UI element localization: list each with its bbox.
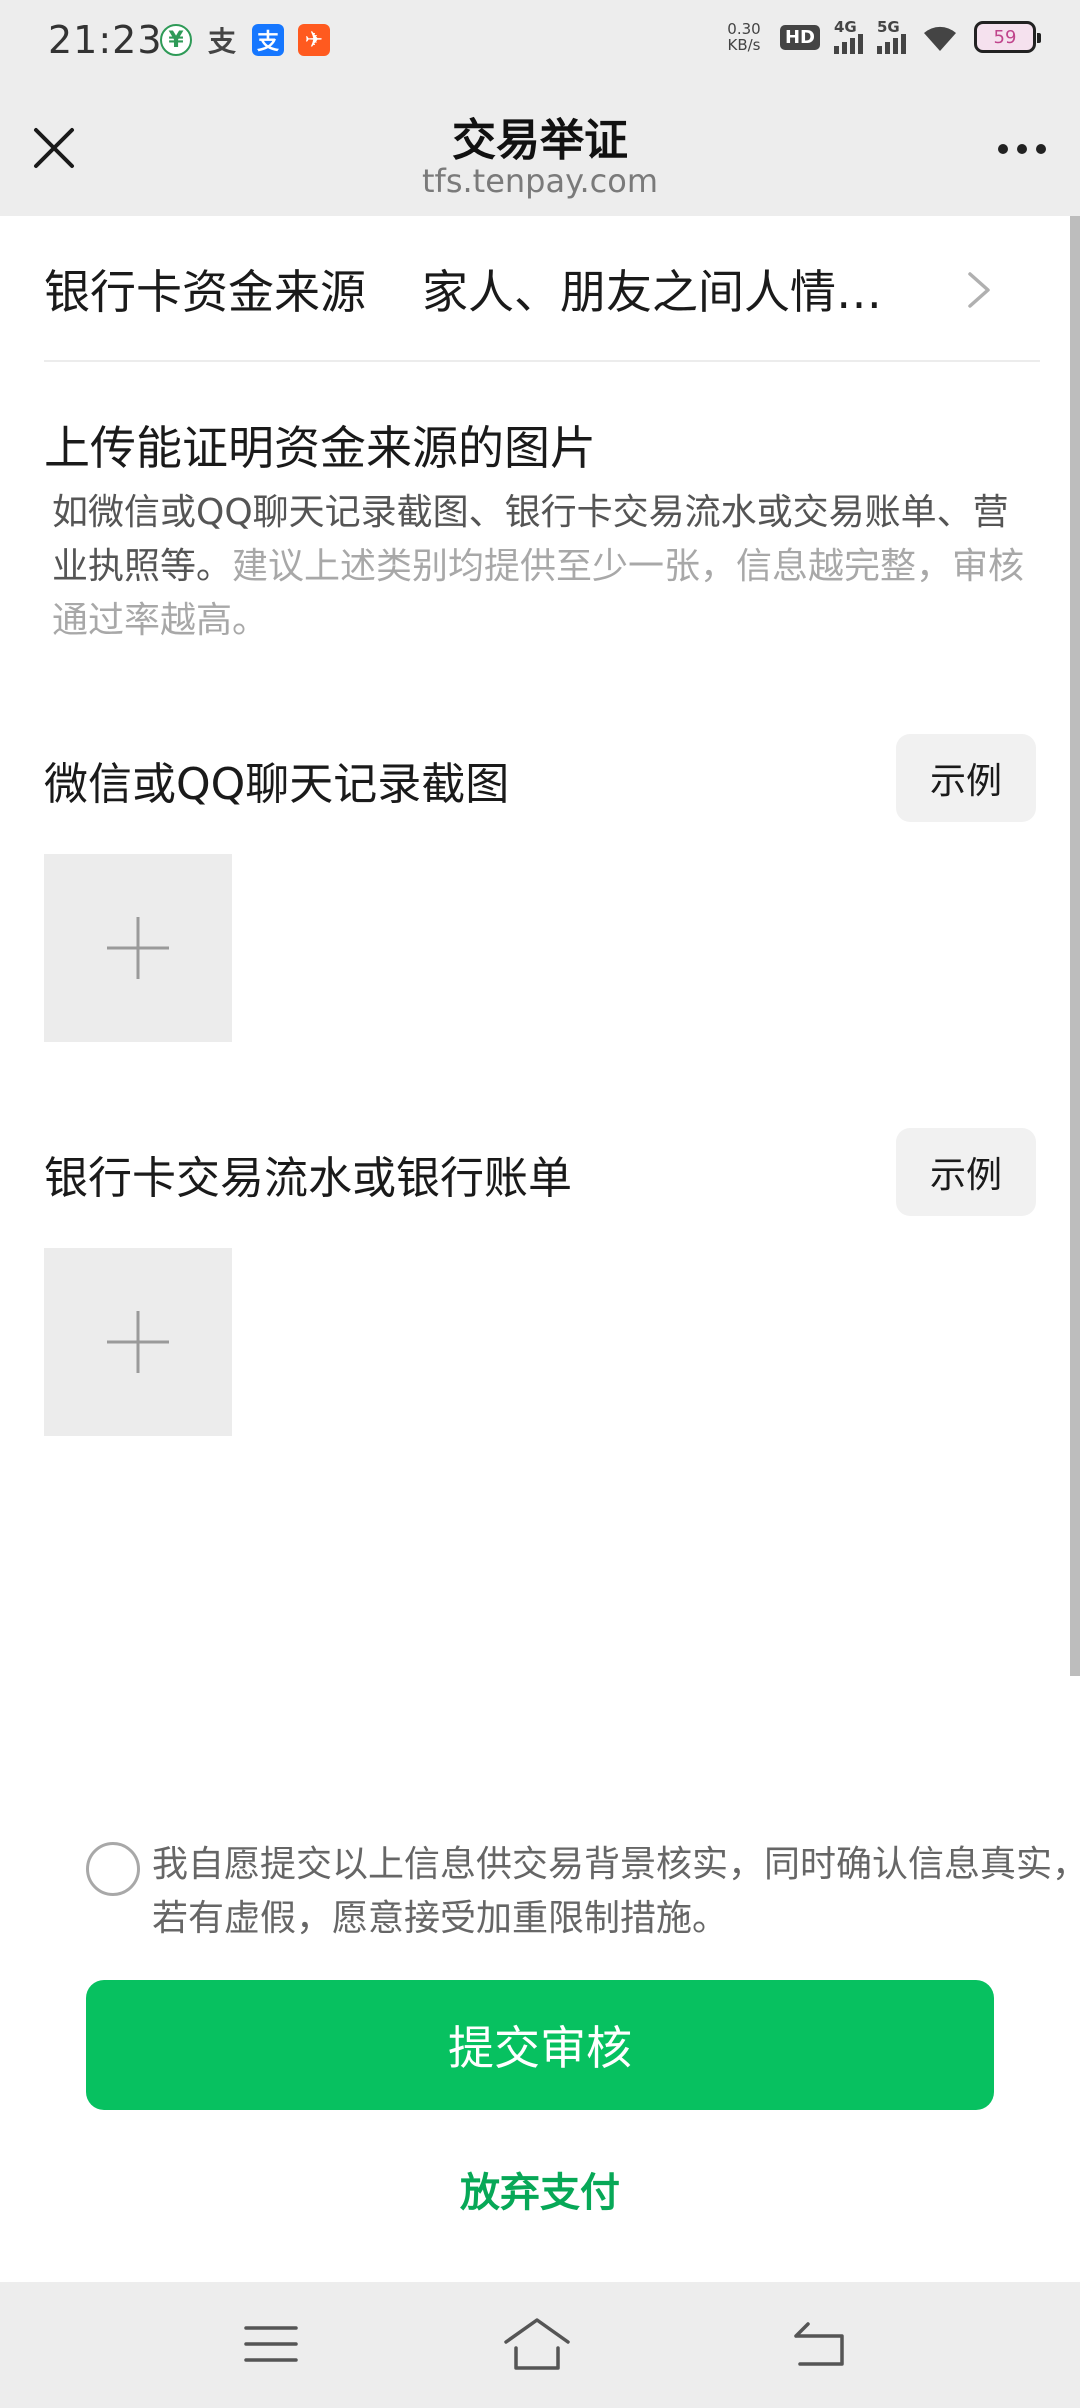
example-button-bank-statement[interactable]: 示例 [896, 1128, 1036, 1216]
agreement-checkbox[interactable] [86, 1842, 140, 1896]
wifi-icon [924, 26, 956, 51]
notification-icons: ¥ 支 支 ✈ [160, 24, 330, 58]
fund-source-label: 银行卡资金来源 [44, 265, 366, 319]
page-header: 交易举证 tfs.tenpay.com [0, 84, 1080, 216]
fund-source-value: 家人、朋友之间人情… [422, 265, 882, 319]
plus-icon [107, 917, 169, 979]
plus-icon [107, 1311, 169, 1373]
category-label-chat-screenshots: 微信或QQ聊天记录截图 [44, 759, 510, 810]
alipay-outline-icon: 支 [207, 25, 236, 58]
fund-source-selector[interactable]: 银行卡资金来源 家人、朋友之间人情… [44, 216, 1040, 362]
page-title: 交易举证 [452, 115, 628, 166]
add-image-button-bank-statement[interactable] [44, 1248, 232, 1436]
chevron-right-icon [968, 272, 990, 308]
hd-voice-icon: HD [779, 24, 820, 50]
back-icon[interactable] [786, 2312, 856, 2376]
home-icon[interactable] [502, 2312, 572, 2376]
wechat-pay-icon: ¥ [160, 24, 192, 56]
battery-level: 59 [993, 26, 1017, 48]
signal-5g-label: 5G [877, 18, 900, 36]
page-url: tfs.tenpay.com [422, 162, 658, 200]
network-speed: 0.30 KB/s [722, 21, 766, 53]
status-bar: 21:23 ¥ 支 支 ✈ 0.30 KB/s HD 4G 5G 59 [0, 0, 1080, 84]
submit-review-button[interactable]: 提交审核 [86, 1980, 994, 2110]
upload-description: 如微信或QQ聊天记录截图、银行卡交易流水或交易账单、营业执照等。建议上述类别均提… [52, 486, 1032, 648]
battery-icon: 59 [974, 21, 1041, 53]
signal-5g-icon: 5G [877, 18, 906, 54]
agreement-text: 我自愿提交以上信息供交易背景核实，同时确认信息真实，若有虚假，愿意接受加重限制措… [152, 1844, 1080, 1939]
alipay-icon: 支 [252, 24, 284, 56]
network-speed-value: 0.30 [727, 20, 761, 38]
category-label-bank-statement: 银行卡交易流水或银行账单 [44, 1153, 572, 1204]
signal-4g-label: 4G [834, 18, 857, 36]
menu-icon[interactable] [236, 2312, 306, 2376]
status-time: 21:23 [48, 18, 163, 62]
add-image-button-chat-screenshots[interactable] [44, 854, 232, 1042]
system-icons: 0.30 KB/s HD 4G 5G 59 [722, 18, 1041, 54]
abandon-payment-link[interactable]: 放弃支付 [0, 2160, 1080, 2218]
example-button-chat-screenshots[interactable]: 示例 [896, 734, 1036, 822]
system-nav-bar [0, 2282, 1080, 2408]
more-options-icon[interactable] [990, 124, 1054, 174]
signal-4g-icon: 4G [834, 18, 863, 54]
network-speed-unit: KB/s [727, 36, 761, 54]
scrollbar[interactable] [1070, 216, 1080, 1676]
upload-section-title: 上传能证明资金来源的图片 [44, 421, 596, 475]
message-app-icon: ✈ [298, 24, 330, 56]
